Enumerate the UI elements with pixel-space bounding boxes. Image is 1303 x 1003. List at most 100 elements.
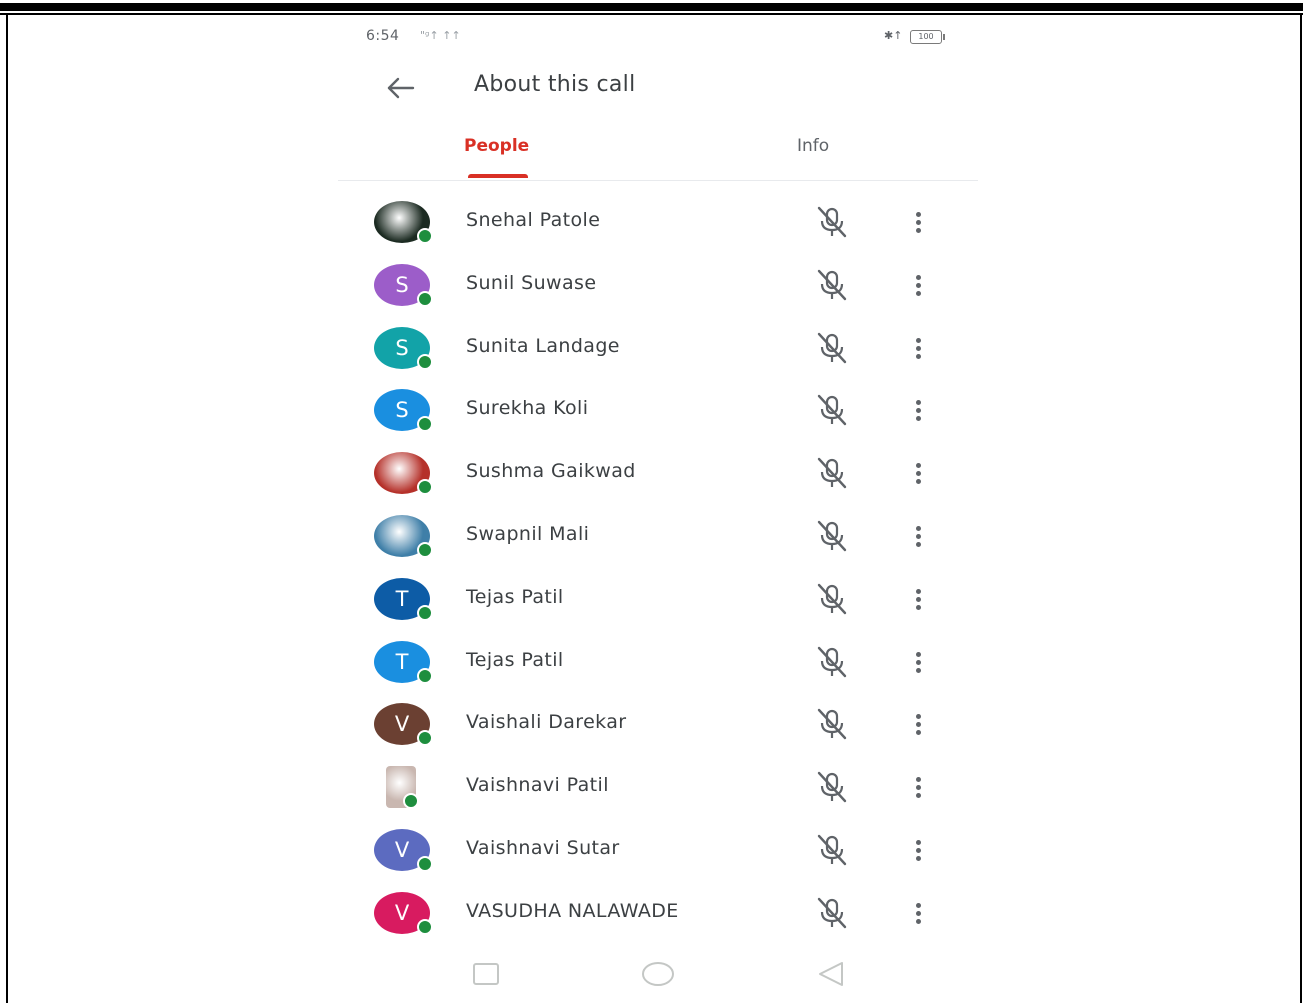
dot: [916, 919, 921, 924]
more-vertical-icon[interactable]: [904, 455, 934, 491]
dot: [916, 714, 921, 719]
mic-off-icon[interactable]: [812, 392, 852, 428]
participant-row[interactable]: S Sunil Suwase: [338, 254, 978, 316]
page-left-border: [6, 15, 8, 1003]
mic-off-icon[interactable]: [812, 895, 852, 931]
system-back-button[interactable]: [812, 959, 848, 989]
page-title: About this call: [474, 72, 636, 97]
page-top-border: [0, 0, 1303, 15]
dot: [916, 542, 921, 547]
participant-row[interactable]: Swapnil Mali: [338, 505, 978, 567]
presence-dot: [417, 479, 433, 495]
back-triangle-icon: [819, 962, 843, 986]
dot: [916, 605, 921, 610]
dot: [916, 668, 921, 673]
dot: [916, 283, 921, 288]
avatar: V: [374, 829, 433, 872]
participant-name: Tejas Patil: [466, 649, 564, 671]
dot: [916, 463, 921, 468]
avatar-initial: T: [395, 587, 409, 611]
mic-off-icon[interactable]: [812, 644, 852, 680]
avatar-initial: V: [394, 838, 410, 862]
dot: [916, 408, 921, 413]
tab-info[interactable]: Info: [797, 136, 829, 156]
phone-screen: 6:54 "ᵍ↑ ↑↑ ✱↑ 100 About this call Peopl…: [338, 18, 978, 1003]
mic-off-icon[interactable]: [812, 769, 852, 805]
participant-row[interactable]: V Vaishali Darekar: [338, 693, 978, 755]
participant-name: Swapnil Mali: [466, 523, 590, 545]
mic-off-icon[interactable]: [812, 706, 852, 742]
more-vertical-icon[interactable]: [904, 644, 934, 680]
mic-off-icon[interactable]: [812, 455, 852, 491]
avatar-initial: S: [395, 273, 409, 297]
dot: [916, 479, 921, 484]
more-vertical-icon[interactable]: [904, 706, 934, 742]
mic-off-icon[interactable]: [812, 518, 852, 554]
mic-off-icon[interactable]: [812, 204, 852, 240]
more-vertical-icon[interactable]: [904, 769, 934, 805]
participant-name: Sunil Suwase: [466, 272, 597, 294]
participant-row[interactable]: S Surekha Koli: [338, 379, 978, 441]
participant-name: VASUDHA NALAWADE: [466, 900, 679, 922]
status-time: 6:54: [366, 28, 400, 44]
more-vertical-icon[interactable]: [904, 895, 934, 931]
more-vertical-icon[interactable]: [904, 392, 934, 428]
dot: [916, 471, 921, 476]
more-vertical-icon[interactable]: [904, 832, 934, 868]
avatar: S: [374, 327, 433, 370]
dot: [916, 793, 921, 798]
avatar: S: [374, 264, 433, 307]
dot: [916, 589, 921, 594]
participant-row[interactable]: S Sunita Landage: [338, 317, 978, 379]
more-vertical-icon[interactable]: [904, 581, 934, 617]
participant-row[interactable]: T Tejas Patil: [338, 631, 978, 693]
participant-name: Tejas Patil: [466, 586, 564, 608]
presence-dot: [417, 416, 433, 432]
more-vertical-icon[interactable]: [904, 518, 934, 554]
participant-row[interactable]: T Tejas Patil: [338, 568, 978, 630]
dot: [916, 856, 921, 861]
avatar: [374, 201, 433, 244]
participant-row[interactable]: Snehal Patole: [338, 191, 978, 253]
dot: [916, 354, 921, 359]
mic-off-icon[interactable]: [812, 832, 852, 868]
participant-row[interactable]: Sushma Gaikwad: [338, 442, 978, 504]
vibrate-icon: ✱↑: [884, 29, 903, 42]
home-button[interactable]: [640, 959, 676, 989]
presence-dot: [417, 605, 433, 621]
presence-dot: [417, 856, 433, 872]
status-bar: 6:54 "ᵍ↑ ↑↑ ✱↑ 100: [338, 18, 978, 56]
dot: [916, 777, 921, 782]
active-tab-indicator: [468, 174, 528, 178]
participant-name: Vaishali Darekar: [466, 711, 627, 733]
participant-row[interactable]: V Vaishnavi Sutar: [338, 819, 978, 881]
avatar: T: [374, 578, 433, 621]
mic-off-icon[interactable]: [812, 581, 852, 617]
tab-people[interactable]: People: [464, 136, 529, 156]
dot: [916, 730, 921, 735]
participant-name: Snehal Patole: [466, 209, 601, 231]
presence-dot: [417, 291, 433, 307]
more-vertical-icon[interactable]: [904, 330, 934, 366]
avatar: [374, 515, 433, 558]
participant-row[interactable]: V VASUDHA NALAWADE: [338, 882, 978, 944]
recents-button[interactable]: [468, 959, 504, 989]
avatar-initial: S: [395, 336, 409, 360]
dot: [916, 848, 921, 853]
more-vertical-icon[interactable]: [904, 204, 934, 240]
avatar-initial: S: [395, 398, 409, 422]
arrow-left-icon: [387, 77, 415, 99]
dot: [916, 526, 921, 531]
app-bar: About this call: [338, 56, 978, 116]
presence-dot: [417, 730, 433, 746]
participant-name: Sushma Gaikwad: [466, 460, 636, 482]
participant-row[interactable]: Vaishnavi Patil: [338, 756, 978, 818]
presence-dot: [417, 919, 433, 935]
avatar-initial: T: [395, 650, 409, 674]
presence-dot: [417, 228, 433, 244]
back-button[interactable]: [382, 70, 418, 106]
mic-off-icon[interactable]: [812, 267, 852, 303]
more-vertical-icon[interactable]: [904, 267, 934, 303]
mic-off-icon[interactable]: [812, 330, 852, 366]
dot: [916, 346, 921, 351]
